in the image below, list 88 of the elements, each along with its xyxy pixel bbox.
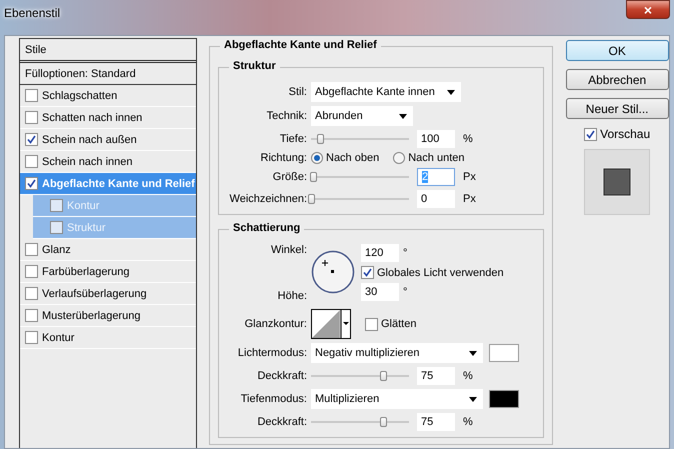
slider[interactable]	[311, 371, 409, 381]
field-label: Deckkraft:	[256, 370, 307, 382]
style-list-item[interactable]: Farbüberlagerung	[20, 261, 196, 283]
number-field[interactable]: 30	[361, 283, 399, 301]
angle-dial[interactable]	[311, 250, 355, 294]
slider[interactable]	[311, 134, 409, 144]
slider-thumb[interactable]	[316, 134, 324, 144]
dialog-button[interactable]: OK	[566, 40, 669, 61]
style-list-item[interactable]: Verlaufsüberlagerung	[20, 283, 196, 305]
field-label: Stil:	[288, 86, 307, 98]
group-title: Struktur	[229, 60, 280, 72]
number-field[interactable]: 75	[417, 367, 455, 385]
checkbox[interactable]	[25, 265, 38, 278]
checkbox[interactable]	[361, 266, 374, 279]
number-field[interactable]: 75	[417, 413, 455, 431]
unit-label: Px	[463, 193, 476, 205]
group-title: Schattierung	[229, 222, 304, 234]
slider-thumb[interactable]	[380, 417, 388, 427]
caret-icon	[399, 114, 407, 118]
checkbox[interactable]	[25, 177, 38, 190]
list-header: Stile	[20, 39, 196, 63]
checkbox[interactable]	[25, 155, 38, 168]
color-swatch[interactable]	[489, 390, 519, 408]
checkbox[interactable]	[25, 243, 38, 256]
field-label: Größe:	[272, 171, 307, 183]
slider[interactable]	[311, 172, 409, 182]
unit-label: Px	[463, 171, 476, 183]
window-title: Ebenenstil	[4, 6, 60, 20]
number-field[interactable]: 120	[361, 244, 399, 262]
radio-button[interactable]	[311, 152, 323, 164]
style-list-item[interactable]: Musterüberlagerung	[20, 305, 196, 327]
dialog-button[interactable]: Neuer Stil...	[566, 98, 669, 119]
checkbox[interactable]	[50, 199, 63, 212]
close-button[interactable]: ×	[626, 0, 670, 19]
checkbox[interactable]	[25, 133, 38, 146]
caret-icon	[447, 90, 455, 94]
technique-dropdown[interactable]: Abrunden	[311, 106, 413, 126]
section-title: Abgeflachte Kante und Relief	[220, 39, 381, 51]
color-swatch[interactable]	[489, 344, 519, 362]
slider-thumb[interactable]	[380, 371, 388, 381]
checkbox[interactable]	[25, 89, 38, 102]
field-label: Richtung:	[260, 152, 307, 164]
radio-button[interactable]	[393, 152, 406, 164]
field-label: Glanzkontur:	[244, 318, 307, 330]
unit-label: %	[463, 133, 473, 145]
dialog-button[interactable]: Abbrechen	[566, 69, 669, 90]
slider-thumb[interactable]	[310, 172, 317, 182]
checkbox[interactable]	[584, 128, 598, 140]
caret-icon	[469, 350, 477, 356]
checkbox-label: Globales Licht verwenden	[377, 266, 504, 278]
checkbox-label: Vorschau	[600, 127, 650, 141]
checkbox[interactable]	[50, 221, 63, 234]
field-label: Höhe:	[276, 290, 307, 302]
field-label: Winkel:	[270, 244, 307, 256]
style-dropdown[interactable]: Abgeflachte Kante innen	[311, 82, 461, 102]
style-list-item[interactable]: Schein nach außen	[20, 129, 196, 151]
style-list-item[interactable]: Schatten nach innen	[20, 107, 196, 129]
unit-label: °	[403, 286, 408, 298]
caret-icon	[469, 396, 477, 402]
checkbox[interactable]	[365, 318, 378, 330]
number-field[interactable]: 100	[417, 130, 455, 148]
style-list-item[interactable]: Kontur	[20, 327, 196, 349]
blend-mode-dropdown[interactable]: Negativ multiplizieren	[311, 343, 483, 363]
unit-label: %	[463, 370, 473, 382]
checkbox[interactable]	[25, 309, 38, 322]
field-label: Technik:	[266, 110, 307, 122]
checkbox[interactable]	[25, 287, 38, 300]
slider[interactable]	[311, 194, 409, 204]
style-list-item[interactable]: Schlagschatten	[20, 85, 196, 107]
blend-mode-dropdown[interactable]: Multiplizieren	[311, 389, 483, 409]
field-label: Weichzeichnen:	[228, 193, 307, 205]
field-label: Tiefenmodus:	[240, 393, 307, 405]
slider-thumb[interactable]	[308, 194, 315, 204]
field-label: Tiefe:	[278, 133, 307, 145]
unit-label: %	[463, 416, 473, 428]
checkbox-label: Glätten	[381, 318, 416, 330]
number-field[interactable]: 0	[417, 190, 455, 208]
style-list-item[interactable]: Glanz	[20, 239, 196, 261]
style-list-item[interactable]: Fülloptionen: Standard	[20, 63, 196, 85]
contour-picker[interactable]	[311, 309, 351, 339]
radio-label: Nach unten	[408, 152, 464, 164]
unit-label: °	[403, 247, 408, 259]
slider[interactable]	[311, 417, 409, 427]
radio-label: Nach oben	[326, 152, 380, 164]
checkbox[interactable]	[25, 111, 38, 124]
checkbox[interactable]	[25, 331, 38, 344]
field-label: Lichtermodus:	[236, 347, 307, 359]
field-label: Deckkraft:	[256, 416, 307, 428]
